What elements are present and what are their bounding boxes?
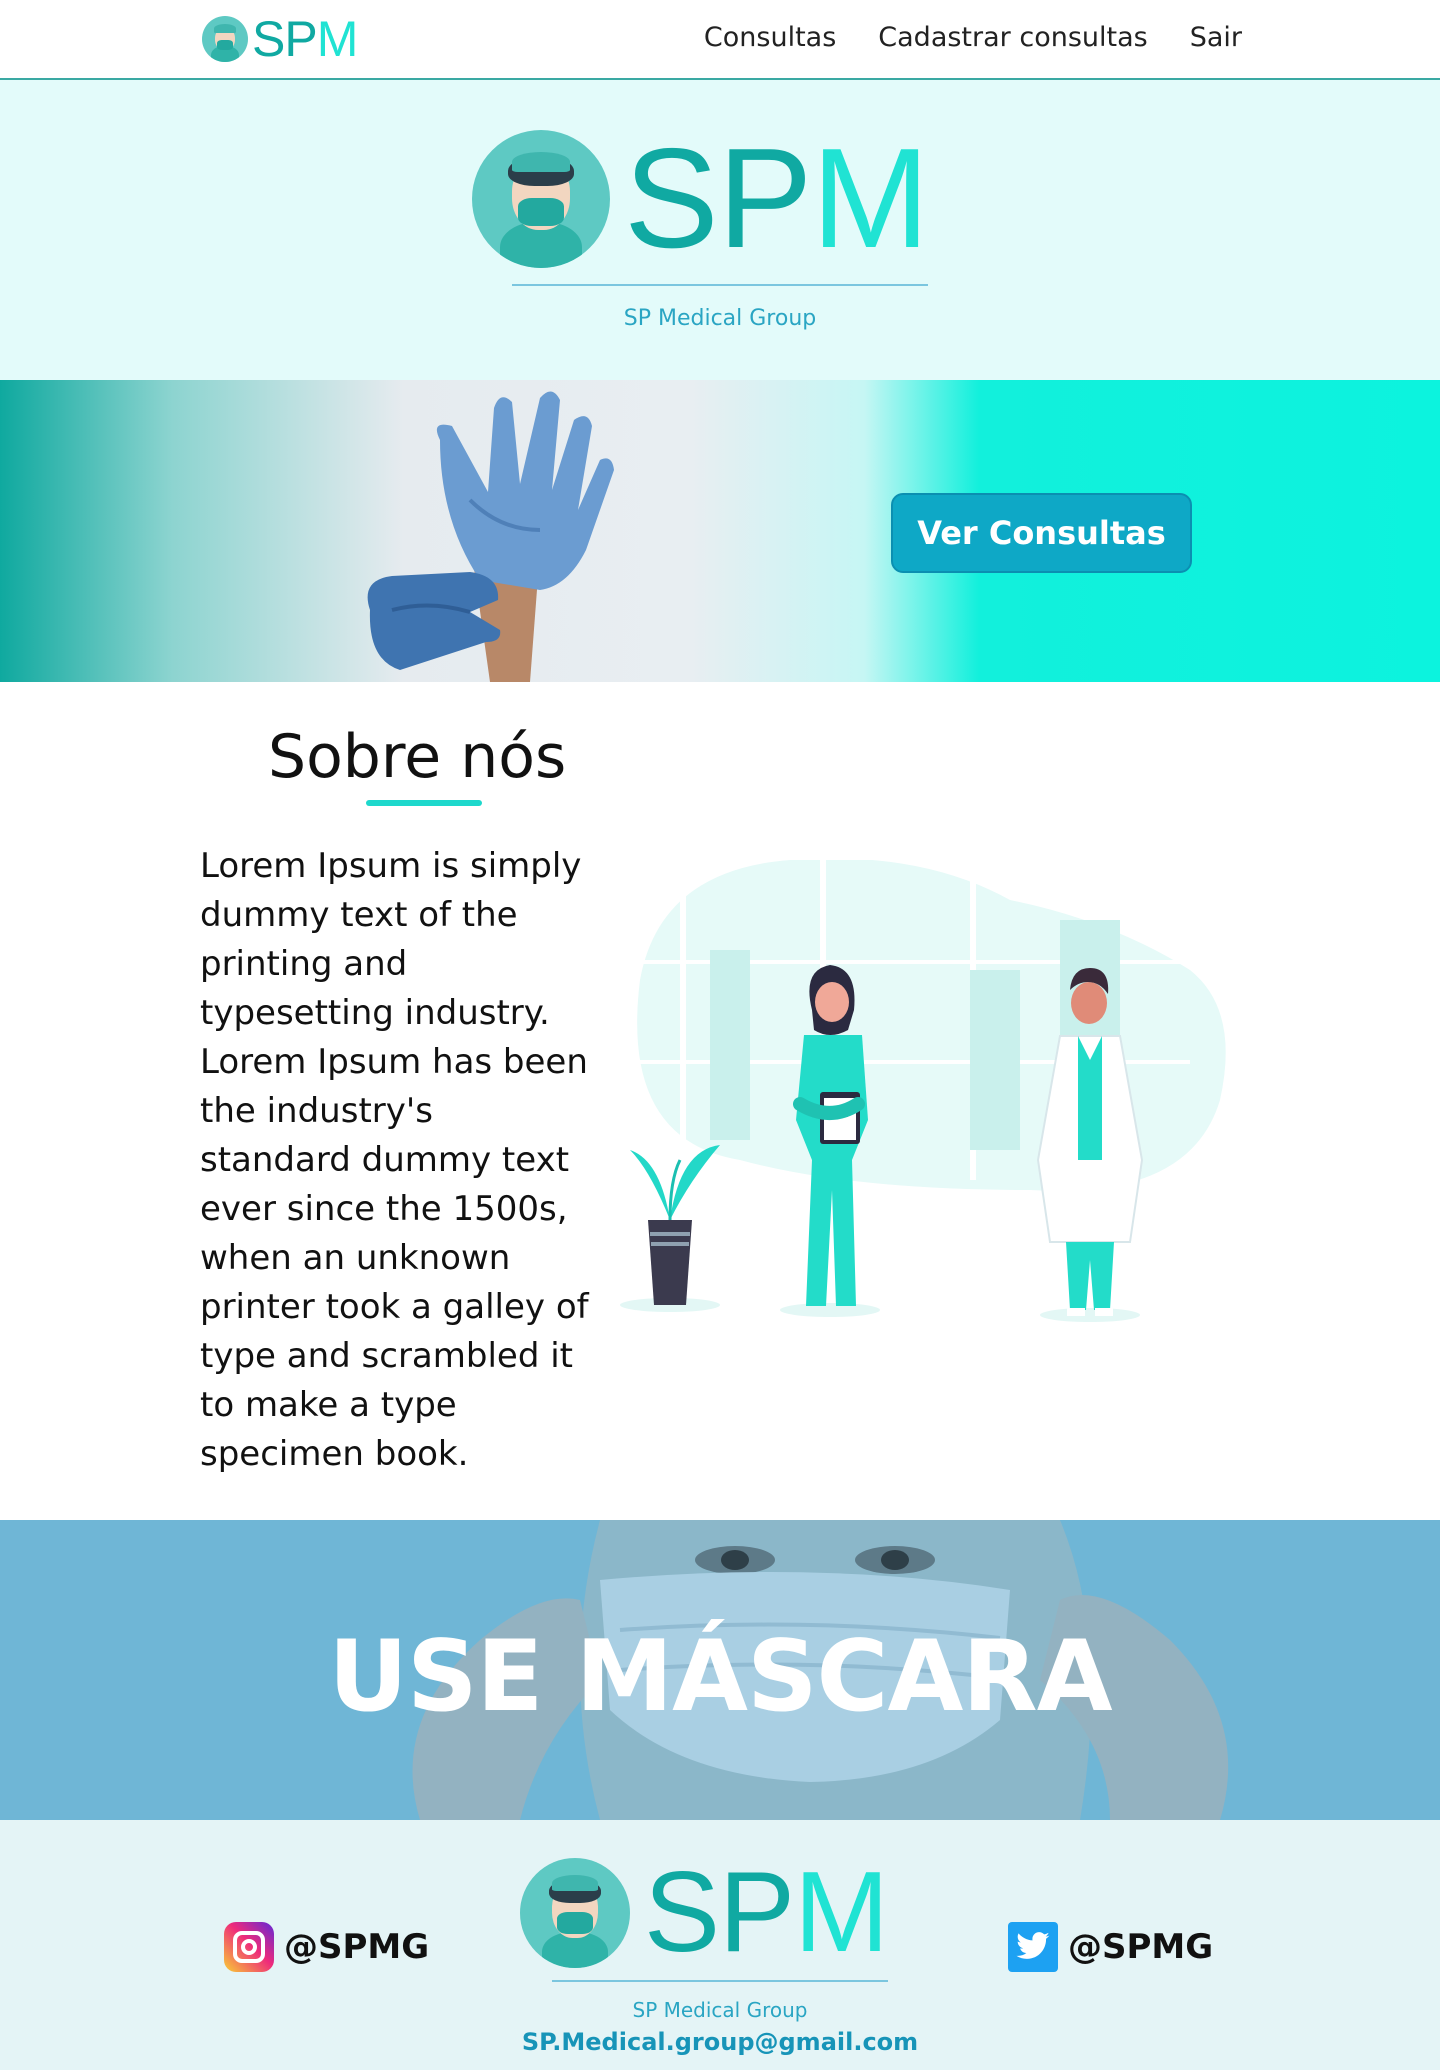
brand-logo: SPM (472, 119, 930, 278)
twitter-link[interactable]: @SPMG (1008, 1922, 1213, 1972)
instagram-handle: @SPMG (284, 1927, 430, 1967)
nav-logo-text: SPM (252, 11, 358, 67)
instagram-icon (224, 1922, 274, 1972)
brand-divider (512, 284, 928, 286)
use-mask-title: USE MÁSCARA (328, 1620, 1112, 1734)
nav-logo[interactable]: SPM (202, 11, 358, 67)
twitter-handle: @SPMG (1068, 1927, 1214, 1967)
twitter-icon (1008, 1922, 1058, 1972)
gloves-photo (367, 391, 614, 682)
footer: @SPMG SPM SP Medical Group SP.Medical.gr… (0, 1820, 1440, 2070)
footer-wordmark: SPM (644, 1849, 889, 1976)
logo-badge-icon (472, 130, 610, 268)
about-title-underline (366, 800, 482, 806)
about-title: Sobre nós (268, 722, 567, 792)
nav-link-consultas[interactable]: Consultas (704, 22, 836, 53)
nav-link-sair[interactable]: Sair (1190, 22, 1242, 53)
logo-badge-icon (520, 1858, 630, 1968)
nav-link-cadastrar-consultas[interactable]: Cadastrar consultas (878, 22, 1147, 53)
ver-consultas-button[interactable]: Ver Consultas (891, 493, 1192, 573)
instagram-link[interactable]: @SPMG (224, 1922, 429, 1972)
logo-badge-icon (202, 16, 248, 62)
nav-links: Consultas Cadastrar consultas Sair (704, 22, 1242, 53)
footer-divider (552, 1980, 888, 1982)
medical-team-illustration (620, 860, 1226, 1322)
brand-subtitle: SP Medical Group (623, 306, 817, 331)
footer-logo: SPM (520, 1849, 889, 1976)
about-text: Lorem Ipsum is simply dummy text of the … (200, 846, 589, 1474)
footer-email-link[interactable]: SP.Medical.group@gmail.com (0, 2028, 1440, 2056)
top-navbar: SPM Consultas Cadastrar consultas Sair (0, 0, 1440, 80)
gloves-banner (0, 380, 1440, 682)
brand-wordmark: SPM (624, 119, 930, 278)
footer-subtitle: SP Medical Group (632, 1998, 808, 2022)
brand-hero: SPM SP Medical Group (0, 80, 1440, 380)
